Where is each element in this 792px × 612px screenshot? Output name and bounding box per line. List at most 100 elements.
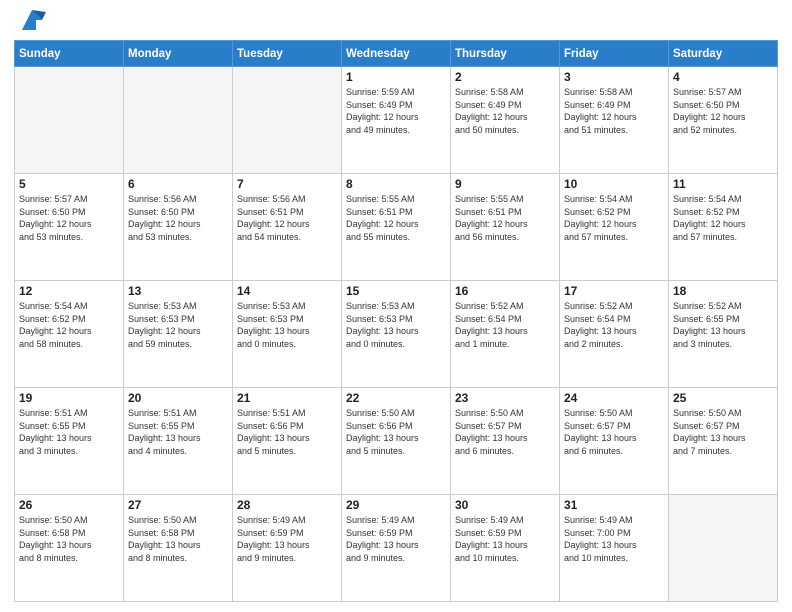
day-info: Sunrise: 5:54 AM Sunset: 6:52 PM Dayligh…	[564, 193, 664, 243]
day-info: Sunrise: 5:51 AM Sunset: 6:55 PM Dayligh…	[128, 407, 228, 457]
calendar-cell: 31 Sunrise: 5:49 AM Sunset: 7:00 PM Dayli…	[560, 495, 669, 602]
calendar-cell	[233, 67, 342, 174]
weekday-header-row: SundayMondayTuesdayWednesdayThursdayFrid…	[15, 41, 778, 67]
day-info: Sunrise: 5:49 AM Sunset: 6:59 PM Dayligh…	[237, 514, 337, 564]
calendar-cell: 14Sunrise: 5:53 AM Sunset: 6:53 PM Dayli…	[233, 281, 342, 388]
day-info: Sunrise: 5:52 AM Sunset: 6:54 PM Dayligh…	[455, 300, 555, 350]
day-number: 30	[455, 498, 555, 512]
day-number: 11	[673, 177, 773, 191]
day-number: 29	[346, 498, 446, 512]
day-info: Sunrise: 5:57 AM Sunset: 6:50 PM Dayligh…	[19, 193, 119, 243]
day-number: 9	[455, 177, 555, 191]
day-info: Sunrise: 5:49 AM Sunset: 6:59 PM Dayligh…	[346, 514, 446, 564]
day-number: 19	[19, 391, 119, 405]
day-number: 27	[128, 498, 228, 512]
day-info: Sunrise: 5:50 AM Sunset: 6:58 PM Dayligh…	[19, 514, 119, 564]
weekday-header: Friday	[560, 41, 669, 67]
calendar-week-row: 19 Sunrise: 5:51 AM Sunset: 6:55 PM Dayli…	[15, 388, 778, 495]
day-number: 10	[564, 177, 664, 191]
day-number: 23	[455, 391, 555, 405]
header	[14, 10, 778, 34]
day-info: Sunrise: 5:53 AM Sunset: 6:53 PM Dayligh…	[128, 300, 228, 350]
calendar-cell: 8 Sunrise: 5:55 AM Sunset: 6:51 PM Daylig…	[342, 174, 451, 281]
day-number: 12	[19, 284, 119, 298]
day-info: Sunrise: 5:58 AM Sunset: 6:49 PM Dayligh…	[455, 86, 555, 136]
calendar-cell: 16Sunrise: 5:52 AM Sunset: 6:54 PM Dayli…	[451, 281, 560, 388]
calendar-cell: 24 Sunrise: 5:50 AM Sunset: 6:57 PM Dayli…	[560, 388, 669, 495]
day-number: 1	[346, 70, 446, 84]
day-number: 20	[128, 391, 228, 405]
day-info: Sunrise: 5:54 AM Sunset: 6:52 PM Dayligh…	[673, 193, 773, 243]
calendar-week-row: 1 Sunrise: 5:59 AM Sunset: 6:49 PM Daylig…	[15, 67, 778, 174]
day-info: Sunrise: 5:52 AM Sunset: 6:55 PM Dayligh…	[673, 300, 773, 350]
calendar-cell: 22 Sunrise: 5:50 AM Sunset: 6:56 PM Dayli…	[342, 388, 451, 495]
calendar-week-row: 5 Sunrise: 5:57 AM Sunset: 6:50 PM Daylig…	[15, 174, 778, 281]
day-info: Sunrise: 5:55 AM Sunset: 6:51 PM Dayligh…	[346, 193, 446, 243]
day-number: 22	[346, 391, 446, 405]
calendar-cell: 29 Sunrise: 5:49 AM Sunset: 6:59 PM Dayli…	[342, 495, 451, 602]
calendar-week-row: 12 Sunrise: 5:54 AM Sunset: 6:52 PM Dayli…	[15, 281, 778, 388]
weekday-header: Monday	[124, 41, 233, 67]
day-info: Sunrise: 5:50 AM Sunset: 6:56 PM Dayligh…	[346, 407, 446, 457]
day-number: 25	[673, 391, 773, 405]
day-number: 15	[346, 284, 446, 298]
calendar-week-row: 26 Sunrise: 5:50 AM Sunset: 6:58 PM Dayli…	[15, 495, 778, 602]
calendar-cell: 18Sunrise: 5:52 AM Sunset: 6:55 PM Dayli…	[669, 281, 778, 388]
calendar-cell: 9 Sunrise: 5:55 AM Sunset: 6:51 PM Daylig…	[451, 174, 560, 281]
calendar-cell: 23 Sunrise: 5:50 AM Sunset: 6:57 PM Dayli…	[451, 388, 560, 495]
calendar-table: SundayMondayTuesdayWednesdayThursdayFrid…	[14, 40, 778, 602]
calendar-cell: 1 Sunrise: 5:59 AM Sunset: 6:49 PM Daylig…	[342, 67, 451, 174]
calendar-cell: 20 Sunrise: 5:51 AM Sunset: 6:55 PM Dayli…	[124, 388, 233, 495]
day-number: 8	[346, 177, 446, 191]
day-info: Sunrise: 5:50 AM Sunset: 6:57 PM Dayligh…	[673, 407, 773, 457]
day-number: 4	[673, 70, 773, 84]
day-info: Sunrise: 5:57 AM Sunset: 6:50 PM Dayligh…	[673, 86, 773, 136]
calendar-cell: 4 Sunrise: 5:57 AM Sunset: 6:50 PM Daylig…	[669, 67, 778, 174]
weekday-header: Saturday	[669, 41, 778, 67]
day-number: 7	[237, 177, 337, 191]
calendar-cell: 15Sunrise: 5:53 AM Sunset: 6:53 PM Dayli…	[342, 281, 451, 388]
calendar-cell	[124, 67, 233, 174]
calendar-cell: 17 Sunrise: 5:52 AM Sunset: 6:54 PM Dayli…	[560, 281, 669, 388]
day-number: 31	[564, 498, 664, 512]
day-info: Sunrise: 5:49 AM Sunset: 7:00 PM Dayligh…	[564, 514, 664, 564]
day-number: 13	[128, 284, 228, 298]
calendar-cell: 27 Sunrise: 5:50 AM Sunset: 6:58 PM Dayli…	[124, 495, 233, 602]
day-info: Sunrise: 5:55 AM Sunset: 6:51 PM Dayligh…	[455, 193, 555, 243]
day-number: 28	[237, 498, 337, 512]
day-info: Sunrise: 5:59 AM Sunset: 6:49 PM Dayligh…	[346, 86, 446, 136]
calendar-cell: 30Sunrise: 5:49 AM Sunset: 6:59 PM Dayli…	[451, 495, 560, 602]
day-number: 24	[564, 391, 664, 405]
calendar-cell: 25 Sunrise: 5:50 AM Sunset: 6:57 PM Dayli…	[669, 388, 778, 495]
calendar-cell: 5 Sunrise: 5:57 AM Sunset: 6:50 PM Daylig…	[15, 174, 124, 281]
calendar-cell: 26 Sunrise: 5:50 AM Sunset: 6:58 PM Dayli…	[15, 495, 124, 602]
day-info: Sunrise: 5:50 AM Sunset: 6:58 PM Dayligh…	[128, 514, 228, 564]
calendar-cell: 7 Sunrise: 5:56 AM Sunset: 6:51 PM Daylig…	[233, 174, 342, 281]
day-info: Sunrise: 5:53 AM Sunset: 6:53 PM Dayligh…	[237, 300, 337, 350]
day-number: 17	[564, 284, 664, 298]
weekday-header: Wednesday	[342, 41, 451, 67]
calendar-cell: 11 Sunrise: 5:54 AM Sunset: 6:52 PM Dayli…	[669, 174, 778, 281]
day-info: Sunrise: 5:52 AM Sunset: 6:54 PM Dayligh…	[564, 300, 664, 350]
day-info: Sunrise: 5:56 AM Sunset: 6:50 PM Dayligh…	[128, 193, 228, 243]
calendar-cell: 19Sunrise: 5:51 AM Sunset: 6:55 PM Dayli…	[15, 388, 124, 495]
weekday-header: Thursday	[451, 41, 560, 67]
day-number: 3	[564, 70, 664, 84]
day-number: 26	[19, 498, 119, 512]
calendar-cell	[669, 495, 778, 602]
day-info: Sunrise: 5:56 AM Sunset: 6:51 PM Dayligh…	[237, 193, 337, 243]
calendar-cell: 12 Sunrise: 5:54 AM Sunset: 6:52 PM Dayli…	[15, 281, 124, 388]
logo-icon	[18, 6, 46, 34]
calendar-cell: 6 Sunrise: 5:56 AM Sunset: 6:50 PM Daylig…	[124, 174, 233, 281]
logo	[14, 10, 46, 34]
day-info: Sunrise: 5:50 AM Sunset: 6:57 PM Dayligh…	[455, 407, 555, 457]
calendar-cell: 3Sunrise: 5:58 AM Sunset: 6:49 PM Daylig…	[560, 67, 669, 174]
day-info: Sunrise: 5:54 AM Sunset: 6:52 PM Dayligh…	[19, 300, 119, 350]
day-number: 6	[128, 177, 228, 191]
calendar-cell: 13 Sunrise: 5:53 AM Sunset: 6:53 PM Dayli…	[124, 281, 233, 388]
day-number: 5	[19, 177, 119, 191]
day-info: Sunrise: 5:50 AM Sunset: 6:57 PM Dayligh…	[564, 407, 664, 457]
calendar-cell	[15, 67, 124, 174]
calendar-cell: 2Sunrise: 5:58 AM Sunset: 6:49 PM Daylig…	[451, 67, 560, 174]
day-info: Sunrise: 5:51 AM Sunset: 6:56 PM Dayligh…	[237, 407, 337, 457]
